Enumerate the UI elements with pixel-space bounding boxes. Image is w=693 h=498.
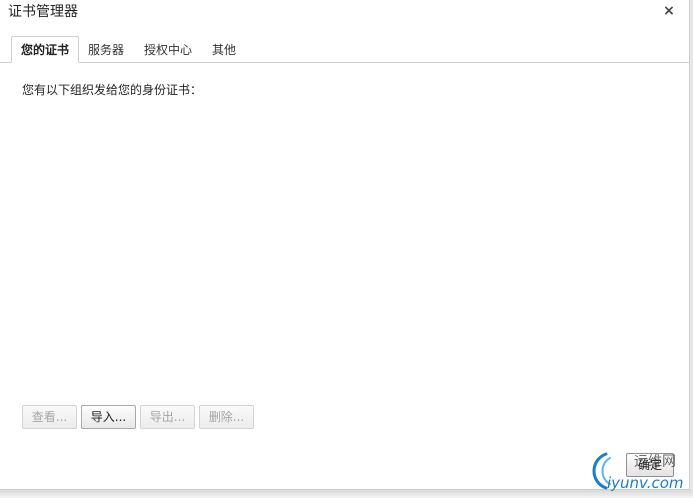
dialog-title: 证书管理器 (8, 4, 78, 20)
view-button: 查看... (22, 405, 77, 429)
certificate-manager-dialog: 证书管理器 × 您的证书 服务器 授权中心 其他 您有以下组织发给您的身份证书：… (0, 0, 690, 490)
tab-bar: 您的证书 服务器 授权中心 其他 (0, 36, 690, 63)
import-button[interactable]: 导入... (81, 405, 136, 429)
window-bottom-edge (0, 490, 693, 498)
certificate-list-description: 您有以下组织发给您的身份证书： (22, 83, 203, 97)
tab-your-certificates[interactable]: 您的证书 (11, 36, 79, 63)
export-button: 导出... (140, 405, 195, 429)
tab-authorities[interactable]: 授权中心 (144, 36, 192, 62)
delete-button: 删除... (199, 405, 254, 429)
ok-button[interactable]: 确定 (626, 453, 674, 477)
tab-servers[interactable]: 服务器 (88, 36, 124, 62)
tab-others[interactable]: 其他 (212, 36, 236, 62)
close-icon[interactable]: × (662, 4, 676, 18)
